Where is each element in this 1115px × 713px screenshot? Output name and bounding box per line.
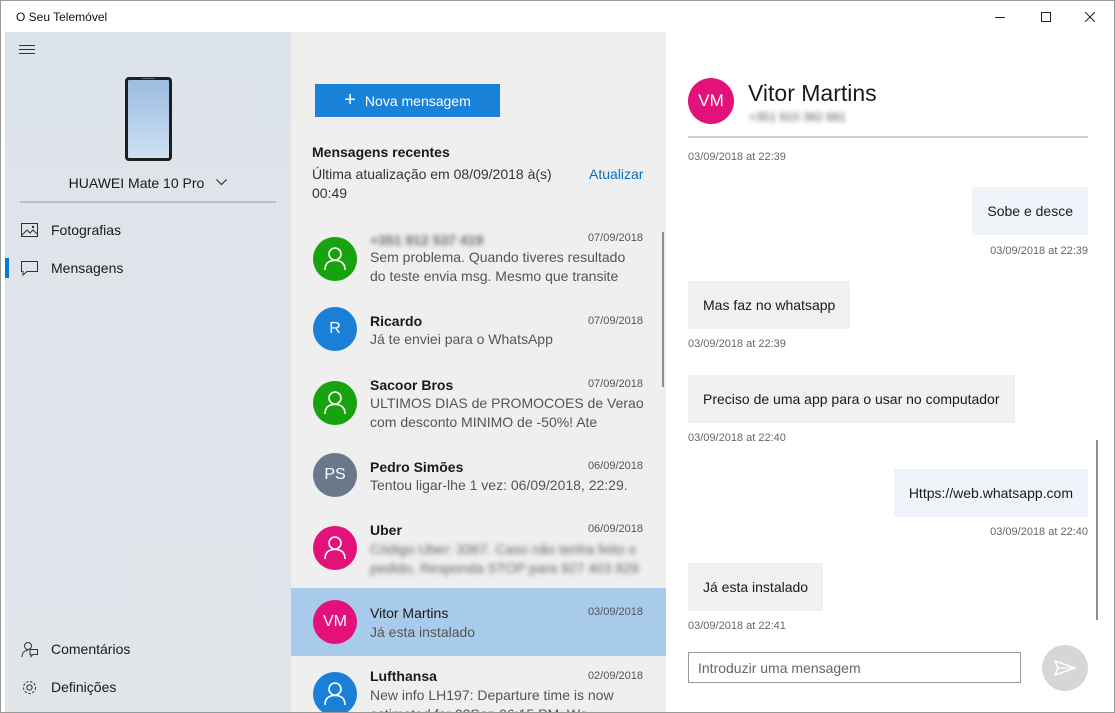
conversation-preview: Já te enviei para o WhatsApp [370,331,553,347]
app-title: O Seu Telemóvel [16,10,108,24]
maximize-button[interactable] [1023,1,1069,32]
minimize-icon [995,16,1005,18]
conversation-date: 02/09/2018 [587,670,643,682]
sidebar-item-label: Definições [51,679,117,695]
contact-name: Vitor Martins [748,80,877,106]
minimize-button[interactable] [977,1,1023,32]
person-icon [324,247,346,271]
conversation-preview: Código Uber: 3367. Caso não tenha feito … [370,541,639,576]
sidebar-item-feedback[interactable]: Comentários [5,631,291,667]
device-selector[interactable]: HUAWEI Mate 10 Pro [5,173,291,191]
close-button[interactable] [1067,1,1113,32]
refresh-link[interactable]: Atualizar [589,166,643,182]
avatar [313,672,357,712]
feedback-icon [20,640,38,658]
sidebar-item-label: Comentários [51,641,131,657]
conversation-date: 07/09/2018 [587,378,643,390]
settings-icon [20,678,38,696]
conversation-date: 07/09/2018 [587,232,643,244]
conversation-date: 03/09/2018 [587,606,643,618]
conversation-name: Sacoor Bros [370,377,454,393]
conversation-item[interactable]: Sacoor Bros 07/09/2018 ULTIMOS DIAS de P… [291,372,666,438]
sidebar-divider [20,201,276,203]
conversation-item[interactable]: R Ricardo 07/09/2018 Já te enviei para o… [291,296,666,362]
message-input[interactable] [688,652,1021,683]
message-timestamp: 03/09/2018 at 22:39 [688,338,786,350]
new-message-button[interactable]: + Nova mensagem [315,84,500,117]
avatar [313,526,357,570]
message-bubble-sent: Https://web.whatsapp.com [893,469,1088,517]
message-bubble-received: Já esta instalado [688,563,824,611]
contact-number: +351 910 392 681 [749,110,847,124]
avatar: R [313,307,357,351]
last-update-text: Última atualização em 08/09/2018 à(s) 00… [312,166,552,201]
conversation-list-pane: + Nova mensagem Mensagens recentes Últim… [291,32,666,712]
messages-icon [20,259,38,277]
plus-icon: + [344,88,356,111]
active-indicator [5,258,9,278]
person-icon [324,391,346,415]
device-name: HUAWEI Mate 10 Pro [68,175,205,191]
title-bar: O Seu Telemóvel [1,1,1114,32]
conversation-date: 06/09/2018 [587,523,643,535]
message-bubble-sent: Sobe e desce [972,187,1088,235]
conversation-name: Ricardo [370,313,423,329]
phone-icon [125,77,172,161]
sidebar-item-label: Fotografias [51,222,122,238]
conversation-item[interactable]: Lufthansa 02/09/2018 New info LH197: Dep… [291,662,666,712]
avatar [313,381,357,425]
person-icon [324,682,346,706]
conversation-item[interactable]: +351 912 537 419 07/09/2018 Sem problema… [291,226,666,292]
sidebar-item-label: Mensagens [51,260,124,276]
chat-header-divider [688,136,1088,138]
app-window: O Seu Telemóvel HUAWEI Mate 10 Pro Fotog… [0,0,1115,713]
conversation-preview: Tentou ligar-lhe 1 vez: 06/09/2018, 22:2… [370,477,628,493]
conversation-item[interactable]: Uber 06/09/2018 Código Uber: 3367. Caso … [291,519,666,585]
hamburger-menu-icon[interactable] [19,45,37,59]
message-timestamp: 03/09/2018 at 22:39 [990,245,1088,257]
conversation-name: Vitor Martins [370,605,449,621]
conversation-date: 06/09/2018 [587,460,643,472]
conversation-preview: ULTIMOS DIAS de PROMOCOES de Verao com d… [370,395,644,430]
sidebar-item-photos[interactable]: Fotografias [5,212,291,248]
contact-avatar: VM [688,78,734,124]
sidebar: HUAWEI Mate 10 Pro Fotografias Mensagens… [5,32,291,712]
message-timestamp: 03/09/2018 at 22:39 [688,151,786,163]
message-bubble-received: Preciso de uma app para o usar no comput… [688,375,1015,423]
conversation-name: Lufthansa [370,668,437,684]
chevron-down-icon [216,173,228,189]
chat-scrollbar[interactable] [1096,440,1098,620]
avatar: PS [313,453,357,497]
send-icon [1054,660,1076,676]
send-button[interactable] [1042,645,1088,691]
conversation-preview: Já esta instalado [370,624,476,640]
new-message-label: Nova mensagem [364,92,471,109]
message-timestamp: 03/09/2018 at 22:40 [990,526,1088,538]
close-icon [1085,11,1095,22]
person-icon [324,536,346,560]
chat-pane: VM Vitor Martins +351 910 392 681 03/09/… [666,32,1114,712]
maximize-icon [1041,11,1051,22]
avatar [313,237,357,281]
conversation-name: Pedro Simões [370,459,464,475]
conversation-preview: New info LH197: Departure time is now es… [370,687,614,712]
photos-icon [20,221,38,239]
conversation-name: +351 912 537 419 [370,232,484,248]
conversation-item-selected[interactable]: VM Vitor Martins 03/09/2018 Já esta inst… [291,588,666,656]
conversation-date: 07/09/2018 [587,315,643,327]
sidebar-item-messages[interactable]: Mensagens [5,250,291,286]
conversation-item[interactable]: PS Pedro Simões 06/09/2018 Tentou ligar-… [291,444,666,510]
sidebar-item-settings[interactable]: Definições [5,669,291,705]
avatar: VM [313,600,357,644]
message-timestamp: 03/09/2018 at 22:40 [688,432,786,444]
conversation-preview: Sem problema. Quando tiveres resultado d… [370,249,626,284]
message-timestamp: 03/09/2018 at 22:41 [688,620,786,632]
conversation-name: Uber [370,522,402,538]
message-bubble-received: Mas faz no whatsapp [688,281,851,329]
recent-messages-heading: Mensagens recentes [312,144,450,160]
